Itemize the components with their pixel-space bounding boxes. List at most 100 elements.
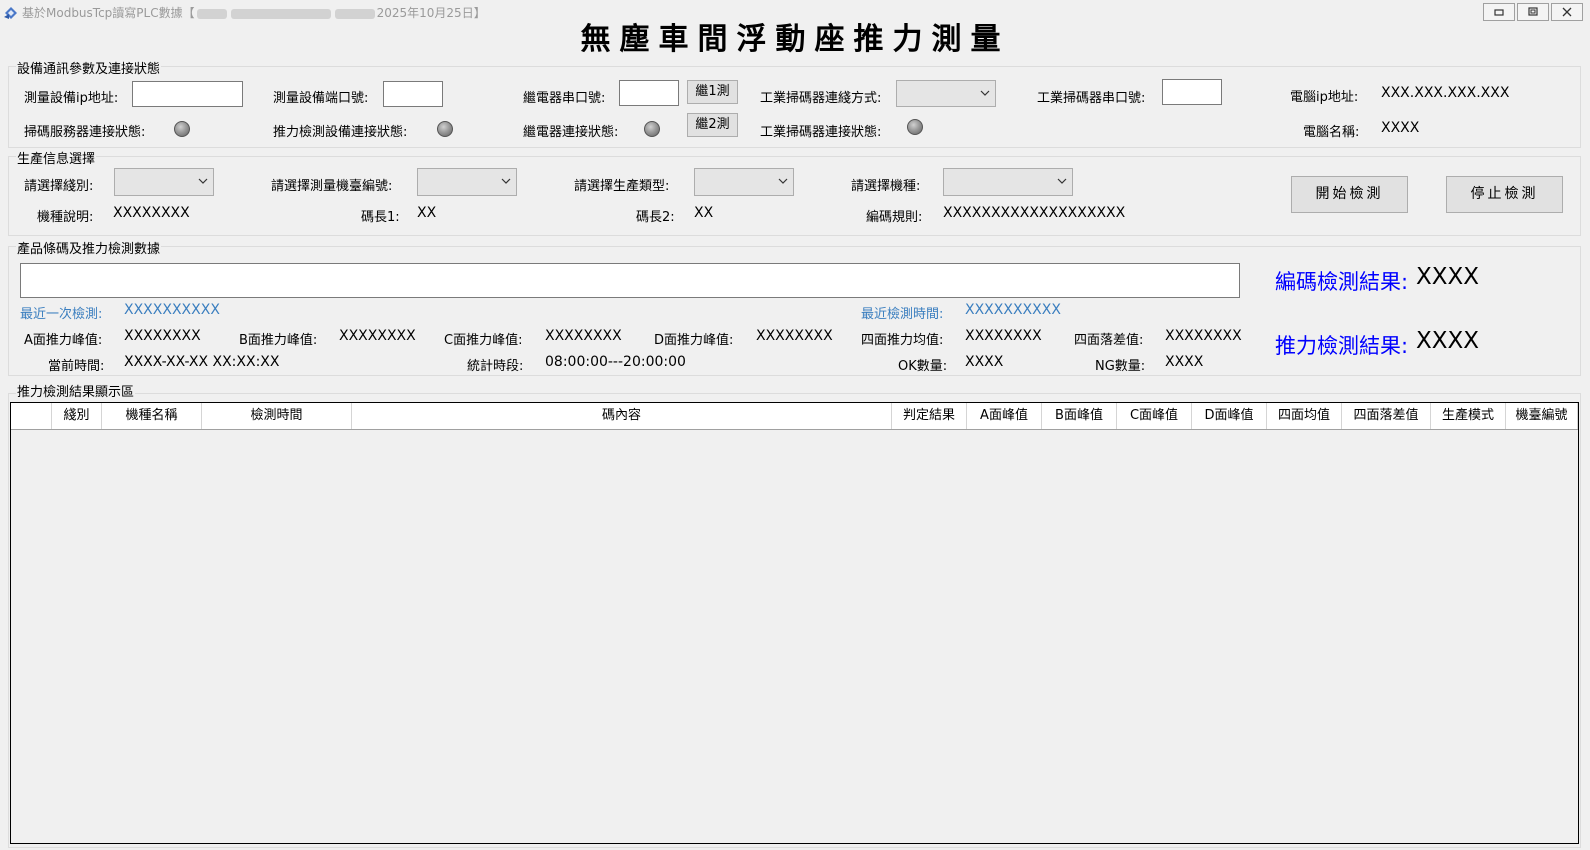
close-icon xyxy=(1562,7,1572,17)
last-check-time-value: XXXXXXXXXX xyxy=(965,302,1061,318)
d-peak-label: D面推力峰值: xyxy=(654,333,734,348)
column-header-a-peak[interactable]: A面峰值 xyxy=(967,403,1042,429)
column-header-prod-mode[interactable]: 生產模式 xyxy=(1431,403,1506,429)
line-select-label: 請選擇綫別: xyxy=(24,179,94,194)
chevron-down-icon xyxy=(501,178,511,184)
relay-port-label: 繼電器串口號: xyxy=(523,91,606,106)
code-result-value: XXXX xyxy=(1416,264,1480,290)
column-header-model-name[interactable]: 機種名稱 xyxy=(102,403,202,429)
device-group-title: 設備通訊參數及連接狀態 xyxy=(16,58,162,77)
app-icon xyxy=(3,4,19,20)
column-header-code-content[interactable]: 碼內容 xyxy=(352,403,892,429)
stat-period-value: 08:00:00---20:00:00 xyxy=(545,354,686,370)
d-peak-value: XXXXXXXX xyxy=(756,328,833,344)
page-title: 無塵車間浮動座推力測量 xyxy=(580,22,1010,57)
c-peak-label: C面推力峰值: xyxy=(444,333,523,348)
maximize-button[interactable] xyxy=(1517,3,1549,21)
stop-detection-button[interactable]: 停止檢測 xyxy=(1446,176,1563,213)
results-table[interactable]: 綫別 機種名稱 檢測時間 碼內容 判定結果 A面峰值 B面峰值 C面峰值 D面峰… xyxy=(10,402,1579,844)
machine-no-select[interactable] xyxy=(417,168,517,196)
b-peak-label: B面推力峰值: xyxy=(239,333,318,348)
chevron-down-icon xyxy=(778,178,788,184)
ok-count-value: XXXX xyxy=(965,354,1004,370)
column-header-machine-no[interactable]: 機臺編號 xyxy=(1506,403,1578,429)
device-port-label: 測量設備端口號: xyxy=(273,91,369,106)
column-header-line[interactable]: 綫別 xyxy=(52,403,102,429)
scanner-port-label: 工業掃碼器串口號: xyxy=(1037,91,1146,106)
diff-value: XXXXXXXX xyxy=(1165,328,1242,344)
column-header-diff[interactable]: 四面落差值 xyxy=(1342,403,1431,429)
column-header-d-peak[interactable]: D面峰值 xyxy=(1192,403,1267,429)
thrust-result-label: 推力檢測結果: xyxy=(1275,334,1409,358)
model-select[interactable] xyxy=(943,168,1073,196)
minimize-icon xyxy=(1494,9,1504,16)
ng-count-value: XXXX xyxy=(1165,354,1204,370)
code-rule-label: 編碼規則: xyxy=(866,210,923,225)
prod-type-select-label: 請選擇生產類型: xyxy=(574,179,670,194)
chevron-down-icon xyxy=(198,178,208,184)
c-peak-value: XXXXXXXX xyxy=(545,328,622,344)
pc-ip-label: 電腦ip地址: xyxy=(1290,90,1359,105)
a-peak-value: XXXXXXXX xyxy=(124,328,201,344)
barcode-input[interactable] xyxy=(20,263,1240,298)
relay1-test-button[interactable]: 繼1測 xyxy=(687,80,738,104)
ok-count-label: OK數量: xyxy=(898,359,948,374)
device-ip-input[interactable] xyxy=(132,81,243,107)
column-header-b-peak[interactable]: B面峰值 xyxy=(1042,403,1117,429)
window-title-prefix: 基於ModbusTcp讀寫PLC數據【 xyxy=(22,6,195,20)
scan-server-status-label: 掃碼服務器連接狀態: xyxy=(24,125,146,140)
b-peak-value: XXXXXXXX xyxy=(339,328,416,344)
current-time-value: XXXX-XX-XX XX:XX:XX xyxy=(124,354,280,370)
code-len1-value: XX xyxy=(417,205,437,221)
redacted-text xyxy=(334,8,375,19)
prod-type-select[interactable] xyxy=(694,168,794,196)
code-len2-value: XX xyxy=(694,205,714,221)
thrust-device-status-label: 推力檢測設備連接狀態: xyxy=(273,125,408,140)
code-result-label: 編碼檢測結果: xyxy=(1275,270,1409,294)
avg-label: 四面推力均值: xyxy=(861,333,944,348)
chevron-down-icon xyxy=(1057,178,1067,184)
ng-count-label: NG數量: xyxy=(1095,359,1146,374)
code-rule-value: XXXXXXXXXXXXXXXXXXX xyxy=(943,205,1126,221)
relay2-test-button[interactable]: 繼2測 xyxy=(687,113,738,137)
thrust-result-value: XXXX xyxy=(1416,328,1480,354)
row-header-cell[interactable] xyxy=(11,403,52,429)
relay-port-input[interactable] xyxy=(619,80,679,106)
last-check-time-label: 最近檢測時間: xyxy=(861,307,944,322)
restore-icon xyxy=(1528,7,1538,16)
scanner-port-input[interactable] xyxy=(1162,79,1222,105)
results-table-header: 綫別 機種名稱 檢測時間 碼內容 判定結果 A面峰值 B面峰值 C面峰值 D面峰… xyxy=(11,403,1578,430)
window-title-date: 2025年10月25日】 xyxy=(376,6,486,20)
diff-label: 四面落差值: xyxy=(1074,333,1144,348)
model-select-label: 請選擇機種: xyxy=(851,179,921,194)
scanner-conn-mode-select[interactable] xyxy=(896,80,996,107)
device-ip-label: 測量設備ip地址: xyxy=(24,91,119,106)
column-header-judgement[interactable]: 判定結果 xyxy=(892,403,967,429)
column-header-average[interactable]: 四面均值 xyxy=(1267,403,1342,429)
scanner-conn-mode-label: 工業掃碼器連綫方式: xyxy=(760,91,882,106)
minimize-button[interactable] xyxy=(1483,3,1515,21)
line-select[interactable] xyxy=(114,168,214,196)
last-check-value: XXXXXXXXXX xyxy=(124,302,220,318)
chevron-down-icon xyxy=(980,90,990,96)
column-header-check-time[interactable]: 檢測時間 xyxy=(202,403,352,429)
start-detection-button[interactable]: 開始檢測 xyxy=(1291,176,1408,213)
code-len2-label: 碼長2: xyxy=(636,210,675,225)
window-title: 基於ModbusTcp讀寫PLC數據【 2025年10月25日】 xyxy=(22,4,486,21)
code-len1-label: 碼長1: xyxy=(361,210,400,225)
current-time-label: 當前時間: xyxy=(48,359,105,374)
pc-name-label: 電腦名稱: xyxy=(1303,125,1360,140)
detection-group-title: 產品條碼及推力檢測數據 xyxy=(16,238,162,257)
stat-period-label: 統計時段: xyxy=(467,359,524,374)
close-button[interactable] xyxy=(1551,3,1583,21)
machine-no-select-label: 請選擇測量機臺編號: xyxy=(271,179,393,194)
redacted-text xyxy=(196,8,227,19)
column-header-c-peak[interactable]: C面峰值 xyxy=(1117,403,1192,429)
scanner-status-label: 工業掃碼器連接狀態: xyxy=(760,125,882,140)
redacted-text xyxy=(230,8,331,19)
thrust-device-status-indicator xyxy=(437,121,453,137)
device-port-input[interactable] xyxy=(383,81,443,107)
scanner-status-indicator xyxy=(907,119,923,135)
production-group-title: 生產信息選擇 xyxy=(16,148,97,167)
model-desc-label: 機種說明: xyxy=(37,210,94,225)
